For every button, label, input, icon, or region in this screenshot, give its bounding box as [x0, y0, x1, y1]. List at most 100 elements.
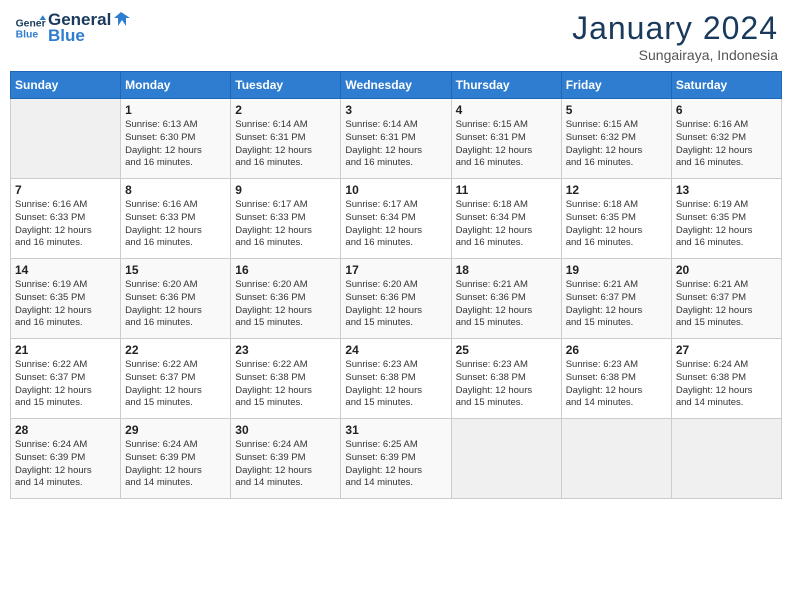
- calendar-cell: 28 Sunrise: 6:24 AMSunset: 6:39 PMDayligh…: [11, 419, 121, 499]
- day-info: Sunrise: 6:17 AMSunset: 6:34 PMDaylight:…: [345, 199, 446, 250]
- day-info: Sunrise: 6:21 AMSunset: 6:36 PMDaylight:…: [456, 279, 557, 330]
- day-info: Sunrise: 6:15 AMSunset: 6:32 PMDaylight:…: [566, 119, 667, 170]
- calendar-cell: 4 Sunrise: 6:15 AMSunset: 6:31 PMDaylight…: [451, 99, 561, 179]
- logo-icon: General Blue: [14, 12, 46, 44]
- calendar-cell: 22 Sunrise: 6:22 AMSunset: 6:37 PMDayligh…: [121, 339, 231, 419]
- day-info: Sunrise: 6:19 AMSunset: 6:35 PMDaylight:…: [676, 199, 777, 250]
- day-info: Sunrise: 6:16 AMSunset: 6:32 PMDaylight:…: [676, 119, 777, 170]
- day-info: Sunrise: 6:16 AMSunset: 6:33 PMDaylight:…: [125, 199, 226, 250]
- calendar-week-4: 21 Sunrise: 6:22 AMSunset: 6:37 PMDayligh…: [11, 339, 782, 419]
- day-number: 7: [15, 183, 116, 197]
- day-number: 3: [345, 103, 446, 117]
- calendar-cell: 3 Sunrise: 6:14 AMSunset: 6:31 PMDaylight…: [341, 99, 451, 179]
- day-number: 18: [456, 263, 557, 277]
- day-number: 11: [456, 183, 557, 197]
- day-number: 5: [566, 103, 667, 117]
- day-number: 9: [235, 183, 336, 197]
- calendar-cell: 27Sunrise: 6:24 AMSunset: 6:38 PMDayligh…: [671, 339, 781, 419]
- svg-text:Blue: Blue: [16, 30, 39, 41]
- day-info: Sunrise: 6:14 AMSunset: 6:31 PMDaylight:…: [345, 119, 446, 170]
- page-header: General Blue General Blue January 2024 S…: [10, 10, 782, 63]
- day-number: 16: [235, 263, 336, 277]
- day-number: 10: [345, 183, 446, 197]
- day-info: Sunrise: 6:15 AMSunset: 6:31 PMDaylight:…: [456, 119, 557, 170]
- weekday-wednesday: Wednesday: [341, 72, 451, 99]
- calendar-cell: 31 Sunrise: 6:25 AMSunset: 6:39 PMDayligh…: [341, 419, 451, 499]
- day-info: Sunrise: 6:22 AMSunset: 6:37 PMDaylight:…: [125, 359, 226, 410]
- calendar-cell: 1 Sunrise: 6:13 AMSunset: 6:30 PMDaylight…: [121, 99, 231, 179]
- day-number: 31: [345, 423, 446, 437]
- calendar-cell: 12 Sunrise: 6:18 AMSunset: 6:35 PMDayligh…: [561, 179, 671, 259]
- day-number: 6: [676, 103, 777, 117]
- calendar-cell: 23 Sunrise: 6:22 AMSunset: 6:38 PMDayligh…: [231, 339, 341, 419]
- location-title: Sungairaya, Indonesia: [572, 47, 778, 63]
- day-info: Sunrise: 6:21 AMSunset: 6:37 PMDaylight:…: [566, 279, 667, 330]
- title-block: January 2024 Sungairaya, Indonesia: [572, 10, 778, 63]
- svg-text:General: General: [16, 18, 46, 29]
- calendar-cell: [11, 99, 121, 179]
- day-number: 13: [676, 183, 777, 197]
- day-number: 2: [235, 103, 336, 117]
- weekday-tuesday: Tuesday: [231, 72, 341, 99]
- calendar-cell: [561, 419, 671, 499]
- day-info: Sunrise: 6:22 AMSunset: 6:37 PMDaylight:…: [15, 359, 116, 410]
- calendar-cell: 18 Sunrise: 6:21 AMSunset: 6:36 PMDayligh…: [451, 259, 561, 339]
- day-info: Sunrise: 6:20 AMSunset: 6:36 PMDaylight:…: [345, 279, 446, 330]
- day-number: 17: [345, 263, 446, 277]
- day-info: Sunrise: 6:24 AMSunset: 6:38 PMDaylight:…: [676, 359, 777, 410]
- day-info: Sunrise: 6:18 AMSunset: 6:34 PMDaylight:…: [456, 199, 557, 250]
- day-info: Sunrise: 6:24 AMSunset: 6:39 PMDaylight:…: [125, 439, 226, 490]
- day-number: 14: [15, 263, 116, 277]
- calendar-week-1: 1 Sunrise: 6:13 AMSunset: 6:30 PMDaylight…: [11, 99, 782, 179]
- day-number: 22: [125, 343, 226, 357]
- calendar-cell: 17 Sunrise: 6:20 AMSunset: 6:36 PMDayligh…: [341, 259, 451, 339]
- day-info: Sunrise: 6:23 AMSunset: 6:38 PMDaylight:…: [456, 359, 557, 410]
- weekday-sunday: Sunday: [11, 72, 121, 99]
- weekday-monday: Monday: [121, 72, 231, 99]
- day-info: Sunrise: 6:24 AMSunset: 6:39 PMDaylight:…: [15, 439, 116, 490]
- calendar-cell: 26Sunrise: 6:23 AMSunset: 6:38 PMDayligh…: [561, 339, 671, 419]
- day-number: 26: [566, 343, 667, 357]
- calendar-cell: 14 Sunrise: 6:19 AMSunset: 6:35 PMDayligh…: [11, 259, 121, 339]
- day-info: Sunrise: 6:23 AMSunset: 6:38 PMDaylight:…: [345, 359, 446, 410]
- calendar-cell: 30Sunrise: 6:24 AMSunset: 6:39 PMDayligh…: [231, 419, 341, 499]
- calendar-cell: 20Sunrise: 6:21 AMSunset: 6:37 PMDayligh…: [671, 259, 781, 339]
- calendar-week-2: 7 Sunrise: 6:16 AMSunset: 6:33 PMDaylight…: [11, 179, 782, 259]
- calendar-table: SundayMondayTuesdayWednesdayThursdayFrid…: [10, 71, 782, 499]
- weekday-header-row: SundayMondayTuesdayWednesdayThursdayFrid…: [11, 72, 782, 99]
- calendar-cell: [451, 419, 561, 499]
- day-info: Sunrise: 6:19 AMSunset: 6:35 PMDaylight:…: [15, 279, 116, 330]
- calendar-cell: 6 Sunrise: 6:16 AMSunset: 6:32 PMDaylight…: [671, 99, 781, 179]
- day-number: 25: [456, 343, 557, 357]
- day-info: Sunrise: 6:22 AMSunset: 6:38 PMDaylight:…: [235, 359, 336, 410]
- logo-bird-icon: [112, 10, 130, 28]
- calendar-cell: 7Sunrise: 6:16 AMSunset: 6:33 PMDaylight…: [11, 179, 121, 259]
- calendar-cell: 11 Sunrise: 6:18 AMSunset: 6:34 PMDayligh…: [451, 179, 561, 259]
- day-info: Sunrise: 6:18 AMSunset: 6:35 PMDaylight:…: [566, 199, 667, 250]
- calendar-cell: 21 Sunrise: 6:22 AMSunset: 6:37 PMDayligh…: [11, 339, 121, 419]
- calendar-week-5: 28 Sunrise: 6:24 AMSunset: 6:39 PMDayligh…: [11, 419, 782, 499]
- day-number: 8: [125, 183, 226, 197]
- logo: General Blue General Blue: [14, 10, 130, 46]
- day-number: 15: [125, 263, 226, 277]
- day-number: 1: [125, 103, 226, 117]
- day-number: 21: [15, 343, 116, 357]
- month-title: January 2024: [572, 10, 778, 47]
- calendar-cell: 16 Sunrise: 6:20 AMSunset: 6:36 PMDayligh…: [231, 259, 341, 339]
- calendar-cell: 19 Sunrise: 6:21 AMSunset: 6:37 PMDayligh…: [561, 259, 671, 339]
- calendar-cell: 9Sunrise: 6:17 AMSunset: 6:33 PMDaylight…: [231, 179, 341, 259]
- day-number: 23: [235, 343, 336, 357]
- calendar-cell: 5 Sunrise: 6:15 AMSunset: 6:32 PMDaylight…: [561, 99, 671, 179]
- day-info: Sunrise: 6:13 AMSunset: 6:30 PMDaylight:…: [125, 119, 226, 170]
- calendar-cell: 15Sunrise: 6:20 AMSunset: 6:36 PMDayligh…: [121, 259, 231, 339]
- calendar-cell: 24Sunrise: 6:23 AMSunset: 6:38 PMDayligh…: [341, 339, 451, 419]
- calendar-cell: 13 Sunrise: 6:19 AMSunset: 6:35 PMDayligh…: [671, 179, 781, 259]
- day-number: 12: [566, 183, 667, 197]
- day-number: 4: [456, 103, 557, 117]
- day-info: Sunrise: 6:25 AMSunset: 6:39 PMDaylight:…: [345, 439, 446, 490]
- day-number: 20: [676, 263, 777, 277]
- day-number: 28: [15, 423, 116, 437]
- day-number: 19: [566, 263, 667, 277]
- day-info: Sunrise: 6:20 AMSunset: 6:36 PMDaylight:…: [235, 279, 336, 330]
- day-info: Sunrise: 6:14 AMSunset: 6:31 PMDaylight:…: [235, 119, 336, 170]
